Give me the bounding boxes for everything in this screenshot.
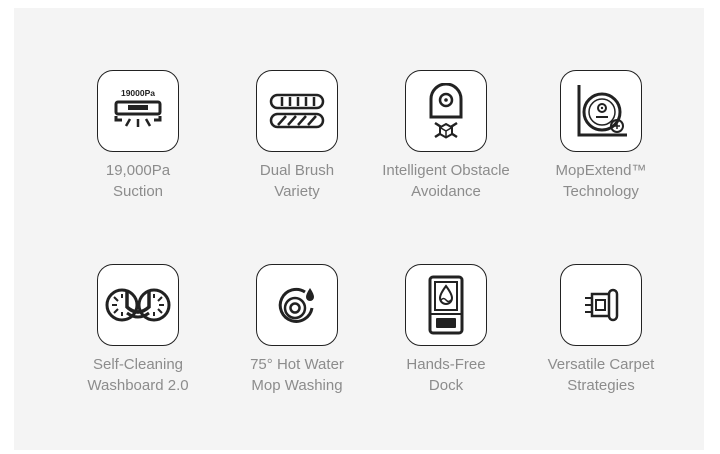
feature-label-line1: Versatile Carpet	[547, 356, 655, 373]
feature-label: Dual Brush Variety	[222, 160, 372, 202]
feature-label: Hands-Free Dock	[371, 354, 521, 396]
feature-label-line2: Strategies	[567, 377, 635, 394]
feature-dual-brush: Dual Brush Variety	[222, 70, 372, 202]
features-panel: 19000Pa 19,000Pa Suction Dual Brush Vari…	[14, 8, 704, 450]
feature-label: 19,000Pa Suction	[63, 160, 213, 202]
feature-label-line1: 75° Hot Water	[250, 356, 344, 373]
feature-label-line1: Dual Brush	[259, 162, 335, 179]
hot-water-icon	[256, 264, 338, 346]
feature-label: Versatile Carpet Strategies	[526, 354, 676, 396]
feature-label: MopExtend™ Technology	[526, 160, 676, 202]
feature-washboard: Self-Cleaning Washboard 2.0	[63, 264, 213, 396]
feature-dock: Hands-Free Dock	[371, 264, 521, 396]
feature-label-line2: Variety	[274, 183, 320, 200]
feature-label: 75° Hot Water Mop Washing	[222, 354, 372, 396]
feature-label-line2: Technology	[563, 183, 639, 200]
dock-icon	[405, 264, 487, 346]
feature-carpet: Versatile Carpet Strategies	[526, 264, 676, 396]
mop-extend-icon	[560, 70, 642, 152]
feature-label: Self-Cleaning Washboard 2.0	[63, 354, 213, 396]
washboard-icon	[97, 264, 179, 346]
feature-label-line1: 19,000Pa	[105, 162, 171, 179]
feature-label-line2: Washboard 2.0	[87, 377, 189, 394]
feature-label-line1: MopExtend™	[555, 162, 647, 179]
obstacle-avoidance-icon	[405, 70, 487, 152]
dual-brush-icon	[256, 70, 338, 152]
feature-hot-water: 75° Hot Water Mop Washing	[222, 264, 372, 396]
feature-mop-extend: MopExtend™ Technology	[526, 70, 676, 202]
feature-label-line2: Suction	[112, 183, 164, 200]
suction-icon: 19000Pa	[97, 70, 179, 152]
feature-label-line1: Hands-Free	[406, 356, 486, 373]
feature-label-line2: Dock	[428, 377, 464, 394]
feature-obstacle-avoidance: Intelligent Obstacle Avoidance	[371, 70, 521, 202]
carpet-icon	[560, 264, 642, 346]
feature-label-line2: Avoidance	[411, 183, 481, 200]
feature-label-line2: Mop Washing	[251, 377, 343, 394]
feature-label: Intelligent Obstacle Avoidance	[371, 160, 521, 202]
suction-icon-text: 19000Pa	[121, 88, 155, 98]
feature-suction: 19000Pa 19,000Pa Suction	[63, 70, 213, 202]
feature-label-line1: Self-Cleaning	[92, 356, 184, 373]
feature-label-line1: Intelligent Obstacle	[382, 162, 510, 179]
